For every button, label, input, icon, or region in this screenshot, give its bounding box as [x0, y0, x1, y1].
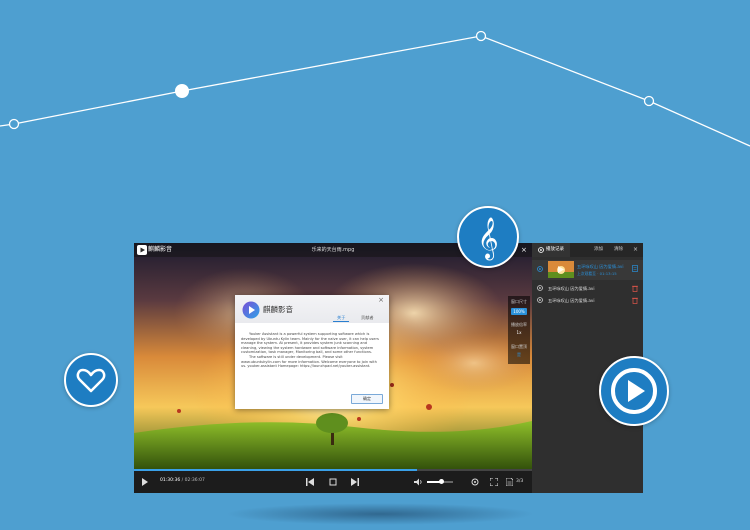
decorative-line [0, 35, 750, 147]
about-dialog: 麒麟影音 × 关于 贡献者 Youker Assistant is a powe… [235, 295, 389, 409]
total-time: 02:36:07 [184, 478, 205, 483]
window-size-value[interactable]: 100% [511, 308, 527, 315]
fullscreen-icon[interactable] [490, 478, 498, 486]
tab-clear[interactable]: 清除 [614, 243, 623, 257]
play-bubble [599, 356, 669, 426]
playlist-header: 播放记录 添加 清除 × [532, 243, 643, 257]
tab-history-label: 播放记录 [546, 247, 564, 252]
volume-icon[interactable] [414, 478, 423, 486]
settings-icon[interactable] [471, 478, 479, 486]
delete-icon[interactable] [632, 297, 638, 304]
thumbnail [548, 261, 574, 278]
playlist-close-button[interactable]: × [633, 243, 638, 257]
svg-text:𝄞: 𝄞 [477, 217, 498, 260]
edit-icon[interactable] [632, 265, 638, 272]
history-icon [538, 247, 544, 253]
about-paragraph: The software is still under development.… [241, 354, 377, 369]
background: 麒麟影音 乐来的天台雨.mpg 01:30:36 / 02:36:07 3/3 … [0, 0, 750, 530]
about-dialog-header: 麒麟影音 × 关于 贡献者 [235, 295, 389, 323]
play-circle-small-icon [537, 297, 543, 303]
tab-history[interactable]: 播放记录 [532, 243, 570, 257]
about-paragraph: Youker Assistant is a powerful system su… [241, 332, 379, 355]
speed-value[interactable]: 1x [508, 330, 530, 335]
favorite-bubble [64, 353, 118, 407]
progress-fill [134, 469, 417, 471]
play-circle-small-icon [537, 285, 543, 291]
playlist-item[interactable]: 五环咏叹山 因为爱情.avi [532, 283, 643, 294]
decorative-line-graph [0, 30, 750, 147]
app-logo-icon [242, 301, 260, 319]
playlist-count: 3/3 [516, 479, 524, 484]
treble-clef-icon: 𝄞 [477, 217, 498, 260]
item-progress: 上次观看至 · 01:13:15 [577, 271, 617, 276]
playlist-item[interactable]: 五环咏叹山 因为爱情.avi [532, 295, 643, 306]
play-circle-icon [611, 368, 657, 414]
speed-label: 播放倍率 [511, 322, 527, 327]
volume-slider[interactable] [427, 479, 453, 484]
about-app-name: 麒麟影音 [263, 305, 293, 314]
tab-contributors[interactable]: 贡献者 [361, 315, 374, 321]
ok-button[interactable]: 确定 [351, 394, 383, 404]
item-title: 五环咏叹山 因为爱情.avi [548, 286, 595, 291]
item-title: 五环咏叹山 因为爱情.avi [577, 264, 624, 269]
about-close-button[interactable]: × [378, 296, 384, 304]
device-shadow [225, 503, 535, 525]
settings-side-panel: 窗口尺寸 100% 播放倍率 1x 窗口置顶 是 [508, 296, 530, 364]
time-display: 01:30:36 / 02:36:07 [160, 478, 205, 483]
decorative-node [643, 95, 655, 107]
decorative-node [175, 84, 189, 98]
music-bubble: 𝄞 [457, 206, 519, 268]
pin-value[interactable]: 是 [508, 352, 530, 358]
item-title: 五环咏叹山 因为爱情.avi [548, 298, 595, 303]
about-description: Youker Assistant is a powerful system su… [241, 332, 383, 369]
progress-bar[interactable] [134, 469, 532, 471]
play-circle-small-icon [537, 266, 543, 272]
delete-icon[interactable] [632, 285, 638, 292]
playlist-icon[interactable] [506, 478, 513, 486]
stop-icon[interactable] [329, 478, 337, 486]
current-time: 01:30:36 [160, 478, 181, 483]
play-icon[interactable] [142, 478, 148, 486]
heart-icon [76, 368, 106, 393]
decorative-node [475, 30, 487, 42]
active-tab-indicator [333, 321, 349, 322]
tab-add[interactable]: 添加 [594, 243, 603, 257]
decorative-node [8, 118, 20, 130]
player-close-button[interactable]: × [521, 245, 527, 255]
player-controls: 01:30:36 / 02:36:07 3/3 [134, 469, 532, 493]
playlist-item[interactable]: 五环咏叹山 因为爱情.avi 上次观看至 · 01:13:15 [532, 260, 643, 280]
next-icon[interactable] [351, 478, 359, 486]
pin-label: 窗口置顶 [511, 344, 527, 349]
previous-icon[interactable] [306, 478, 314, 486]
window-size-label: 窗口尺寸 [511, 299, 527, 304]
volume-knob[interactable] [438, 479, 444, 484]
